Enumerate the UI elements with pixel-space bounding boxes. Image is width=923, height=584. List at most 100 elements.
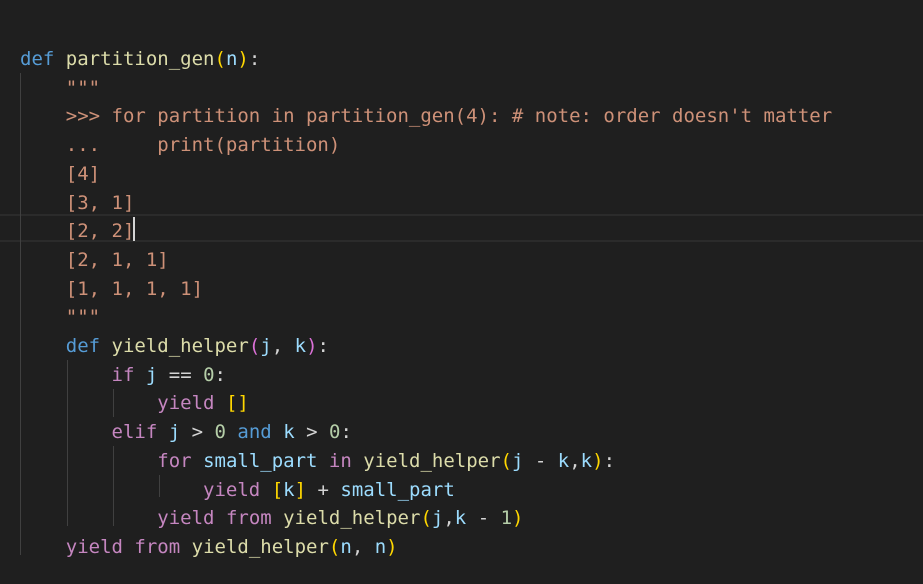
code-token: ( (248, 335, 261, 357)
code-token: k (283, 478, 295, 501)
code-token: yield_helper (191, 535, 329, 558)
code-token: yield (203, 478, 261, 501)
code-token: in (328, 449, 352, 472)
code-token: == (157, 363, 204, 386)
code-token: 1 (500, 507, 513, 530)
code-token: small_part (203, 449, 318, 472)
code-token: + (306, 478, 341, 501)
code-editor[interactable]: def partition_gen(n): """ >>> for partit… (0, 0, 923, 584)
code-token: > (180, 421, 215, 444)
code-token: ) (306, 335, 318, 357)
code-token: j (511, 449, 524, 472)
code-token: for (157, 449, 192, 472)
code-line[interactable]: [2, 2] (20, 217, 135, 246)
code-line[interactable]: yield from yield_helper(j,k - 1) (20, 504, 523, 533)
code-token: n (340, 535, 352, 558)
code-token: j (260, 335, 272, 357)
code-token: yield (157, 507, 215, 530)
code-line[interactable]: [1, 1, 1, 1] (20, 275, 203, 304)
code-token: >>> for partition in partition_gen(4): #… (20, 105, 833, 128)
code-line[interactable]: if j == 0: (20, 361, 226, 390)
code-token: [4] (20, 162, 101, 185)
code-token: , (351, 535, 375, 558)
code-token: - (523, 449, 558, 472)
code-token: ] (294, 478, 307, 501)
code-token: if (111, 363, 135, 386)
code-token: n (225, 48, 238, 70)
code-token: def (20, 48, 55, 70)
code-token: [2, 1, 1] (20, 248, 169, 271)
code-line[interactable]: elif j > 0 and k > 0: (20, 418, 352, 447)
code-token: j (168, 421, 181, 444)
code-token: from (134, 535, 181, 558)
code-token: ) (386, 535, 398, 558)
code-token: : (214, 363, 226, 386)
code-token: > (294, 421, 329, 444)
code-token: k (454, 507, 467, 530)
code-token: : (248, 48, 261, 70)
code-token: small_part (340, 478, 455, 501)
code-line[interactable]: for small_part in yield_helper(j - k,k): (20, 447, 615, 476)
code-line[interactable]: yield [] (20, 389, 249, 418)
code-token: k (557, 449, 570, 472)
code-token: 0 (214, 421, 226, 444)
code-token: ( (500, 449, 512, 472)
code-token: 0 (203, 363, 215, 386)
code-line[interactable]: def yield_helper(j, k): (20, 332, 329, 361)
code-line[interactable]: """ (20, 74, 100, 103)
code-line[interactable]: def partition_gen(n): (20, 45, 260, 74)
code-token: , (271, 335, 295, 357)
code-token: , (569, 449, 581, 472)
code-token: ) (592, 449, 604, 472)
code-token: [ (271, 478, 284, 501)
code-token: elif (111, 421, 158, 444)
code-token: : (317, 335, 329, 357)
code-token: yield (65, 535, 123, 558)
code-token: - (466, 507, 501, 530)
code-token: : (340, 421, 352, 444)
current-line-highlight (0, 214, 923, 242)
code-token: n (374, 535, 387, 558)
code-token: [] (225, 392, 249, 415)
code-line[interactable]: yield from yield_helper(n, n) (20, 533, 398, 562)
code-token: """ (20, 306, 101, 329)
code-line[interactable]: ... print(partition) (20, 131, 341, 160)
code-token: [2, 2] (20, 220, 135, 243)
code-token: [3, 1] (20, 191, 135, 214)
code-token: ) (237, 48, 249, 70)
code-line[interactable]: >>> for partition in partition_gen(4): #… (20, 102, 832, 131)
code-token: 0 (328, 421, 341, 444)
code-token: yield_helper (283, 507, 421, 530)
code-token: : (603, 449, 616, 472)
code-line[interactable]: yield [k] + small_part (20, 476, 455, 505)
code-line[interactable]: [2, 1, 1] (20, 246, 169, 275)
code-line[interactable]: [3, 1] (20, 189, 135, 218)
code-token: yield_helper (363, 449, 501, 472)
code-token: k (580, 449, 593, 472)
code-token: k (283, 421, 295, 444)
code-token: j (431, 507, 444, 530)
code-token: , (443, 507, 455, 530)
code-line[interactable]: """ (20, 303, 100, 332)
code-token: j (145, 363, 158, 386)
code-line[interactable]: [4] (20, 160, 100, 189)
code-token: ( (328, 535, 341, 558)
